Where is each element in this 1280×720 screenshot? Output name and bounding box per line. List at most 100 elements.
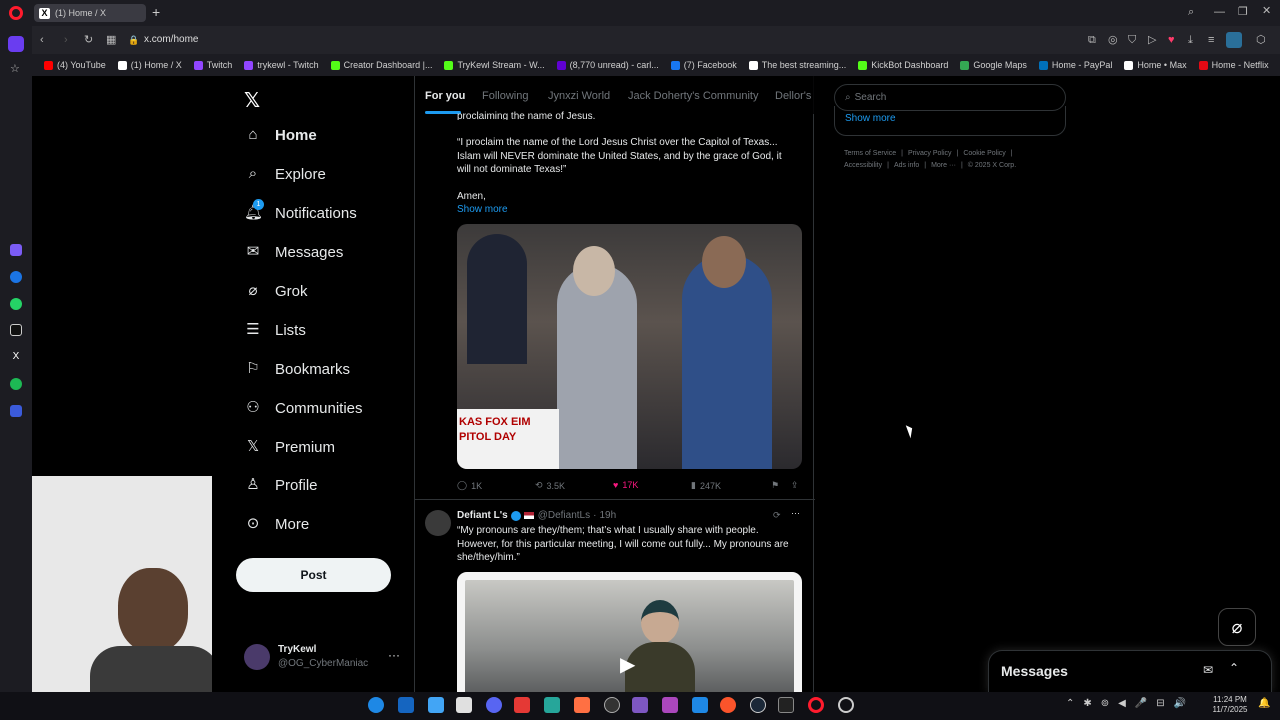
media-player-icon[interactable] <box>398 697 414 713</box>
browser-search-icon[interactable]: ⌕ <box>1188 6 1194 18</box>
forward-button[interactable]: › <box>64 34 68 46</box>
url-field[interactable]: x.com/home <box>144 34 198 45</box>
spotify-icon[interactable] <box>10 378 22 390</box>
settings-cube-icon[interactable]: ⬡ <box>1256 34 1266 46</box>
tools-icon[interactable] <box>692 697 708 713</box>
tweet-video[interactable]: KAS FOX EIM PITOL DAY <box>457 224 802 469</box>
opera-logo-icon[interactable] <box>9 6 23 20</box>
bookmark-item[interactable]: Creator Dashboard |... <box>330 60 432 70</box>
messages-drawer[interactable]: Messages ✉ ⌃ <box>988 650 1272 692</box>
bookmark-item[interactable]: TryKewl Stream - W... <box>444 60 545 70</box>
post-button[interactable]: Post <box>236 558 391 592</box>
nav-item-messages[interactable]: ✉ Messages <box>244 243 344 261</box>
nav-item-explore[interactable]: ⌕ Explore <box>244 165 326 183</box>
shield-icon[interactable]: ⛉ <box>1128 34 1136 46</box>
epic-games-icon[interactable] <box>778 697 794 713</box>
maximize-button[interactable]: ❐ <box>1238 6 1248 18</box>
edge-icon[interactable] <box>368 697 384 713</box>
bookmark-button[interactable]: ⚑ <box>771 480 779 491</box>
nav-item-communities[interactable]: ⚇ Communities <box>244 399 362 417</box>
discord-icon[interactable] <box>486 697 502 713</box>
x-logo-icon[interactable]: 𝕏 <box>244 88 260 113</box>
tweet-2[interactable]: Defiant L's @DefiantLs · 19h ⟳ ··· “My p… <box>415 502 815 692</box>
player-icon[interactable] <box>10 405 22 417</box>
footer-ads-info[interactable]: Ads info <box>894 162 919 169</box>
reply-button[interactable]: ◯ 1K <box>457 480 482 491</box>
file-icon[interactable] <box>456 697 472 713</box>
repost-button[interactable]: ⟲ 3.5K <box>535 480 565 491</box>
opera-gx-icon[interactable] <box>838 697 854 713</box>
bookmark-item[interactable]: Home - PayPal <box>1038 60 1112 70</box>
extensions-icon[interactable]: ⧉ <box>1088 34 1096 46</box>
nav-item-more[interactable]: ⊙ More <box>244 515 309 533</box>
tweet-time[interactable]: 19h <box>599 510 616 521</box>
new-message-icon[interactable]: ✉ <box>1203 663 1213 677</box>
artstudio-icon[interactable] <box>574 697 590 713</box>
bookmark-item[interactable]: (4) YouTube <box>44 60 106 70</box>
nav-item-grok[interactable]: ⌀ Grok <box>244 282 307 300</box>
x-sidebar-icon[interactable]: X <box>10 351 22 363</box>
tab-dellors[interactable]: Dellor's <box>775 90 811 102</box>
bookmark-item[interactable]: The best streaming... <box>748 60 846 70</box>
browser-tab-active[interactable]: X (1) Home / X <box>34 4 146 22</box>
bookmark-item[interactable]: KickBot Dashboard <box>858 60 948 70</box>
nav-item-lists[interactable]: ☰ Lists <box>244 321 306 339</box>
whatsapp-icon[interactable] <box>10 298 22 310</box>
nav-item-bookmarks[interactable]: ⚐ Bookmarks <box>244 360 350 378</box>
minimize-button[interactable]: — <box>1214 6 1225 18</box>
bookmark-item[interactable]: Home - Netflix <box>1198 60 1269 70</box>
pinwheel-icon[interactable] <box>662 697 678 713</box>
nav-item-notifications[interactable]: 🔔︎ 1 Notifications <box>244 199 357 222</box>
aria-icon[interactable] <box>10 244 22 256</box>
tab-following[interactable]: Following <box>482 90 528 102</box>
tiktok-icon[interactable] <box>10 324 22 336</box>
tweet-1[interactable]: proclaiming the name of Jesus. “I procla… <box>415 111 815 500</box>
show-more-link[interactable]: Show more <box>457 203 508 217</box>
brave-icon[interactable] <box>720 697 736 713</box>
gamepad-icon[interactable] <box>632 697 648 713</box>
account-switcher[interactable]: TryKewl @OG_CyberManiac ··· <box>244 642 404 672</box>
tweet-video[interactable]: ▶ <box>457 572 802 692</box>
tab-jynxzi-world[interactable]: Jynxzi World <box>548 90 610 102</box>
account-more-icon[interactable]: ··· <box>388 648 400 662</box>
system-tray[interactable]: ⌃✱⊚◀🎤⊟🔊 <box>1066 698 1195 709</box>
tabs-grid-icon[interactable]: ▦ <box>106 34 116 46</box>
bookmark-item[interactable]: Home • Max <box>1124 60 1187 70</box>
like-button[interactable]: ♥ 17K <box>613 480 638 490</box>
bookmark-item[interactable]: Google Maps <box>960 60 1027 70</box>
trends-show-more-link[interactable]: Show more <box>845 113 896 124</box>
new-tab-button[interactable]: + <box>152 4 160 20</box>
share-button[interactable]: ⇪ <box>791 480 799 491</box>
play-icon[interactable]: ▶ <box>620 652 635 677</box>
nav-item-premium[interactable]: 𝕏 Premium <box>244 438 335 456</box>
tab-for-you[interactable]: For you <box>425 90 465 102</box>
chat-app-icon[interactable] <box>544 697 560 713</box>
footer-privacy[interactable]: Privacy Policy <box>908 150 952 157</box>
snapshot-icon[interactable]: ◎ <box>1108 34 1118 46</box>
back-button[interactable]: ‹ <box>40 34 44 46</box>
opera-taskbar-icon[interactable] <box>808 697 824 713</box>
pinboard-icon[interactable]: ☆ <box>10 63 20 75</box>
footer-terms[interactable]: Terms of Service <box>844 150 896 157</box>
bookmark-item[interactable]: (8,770 unread) - carl... <box>556 60 659 70</box>
close-window-button[interactable]: ✕ <box>1262 5 1271 17</box>
tweet-more-icon[interactable]: ··· <box>791 508 800 518</box>
footer-cookie[interactable]: Cookie Policy <box>963 150 1005 157</box>
messenger-icon[interactable] <box>10 271 22 283</box>
menu-icon[interactable]: ≡ <box>1208 34 1214 46</box>
nav-item-home[interactable]: ⌂ Home <box>244 126 316 144</box>
notepad-icon[interactable] <box>428 697 444 713</box>
author-handle[interactable]: @DefiantLs <box>538 510 590 521</box>
notification-bell-icon[interactable]: 🔔 <box>1258 698 1270 709</box>
nav-item-profile[interactable]: ♙ Profile <box>244 476 317 494</box>
avatar[interactable] <box>425 510 451 536</box>
profile-avatar-icon[interactable] <box>1226 32 1242 48</box>
bookmark-item[interactable]: trykewl - Twitch <box>244 60 319 70</box>
views-button[interactable]: ▮ 247K <box>691 480 721 491</box>
grok-icon[interactable]: ⟳ <box>773 510 781 521</box>
bookmark-item[interactable]: Twitch <box>193 60 232 70</box>
heart-icon[interactable]: ♥ <box>1168 34 1175 46</box>
grok-floating-button[interactable]: ⌀ <box>1218 608 1256 646</box>
footer-more[interactable]: More ··· <box>931 162 956 169</box>
author-name[interactable]: Defiant L's <box>457 510 508 521</box>
